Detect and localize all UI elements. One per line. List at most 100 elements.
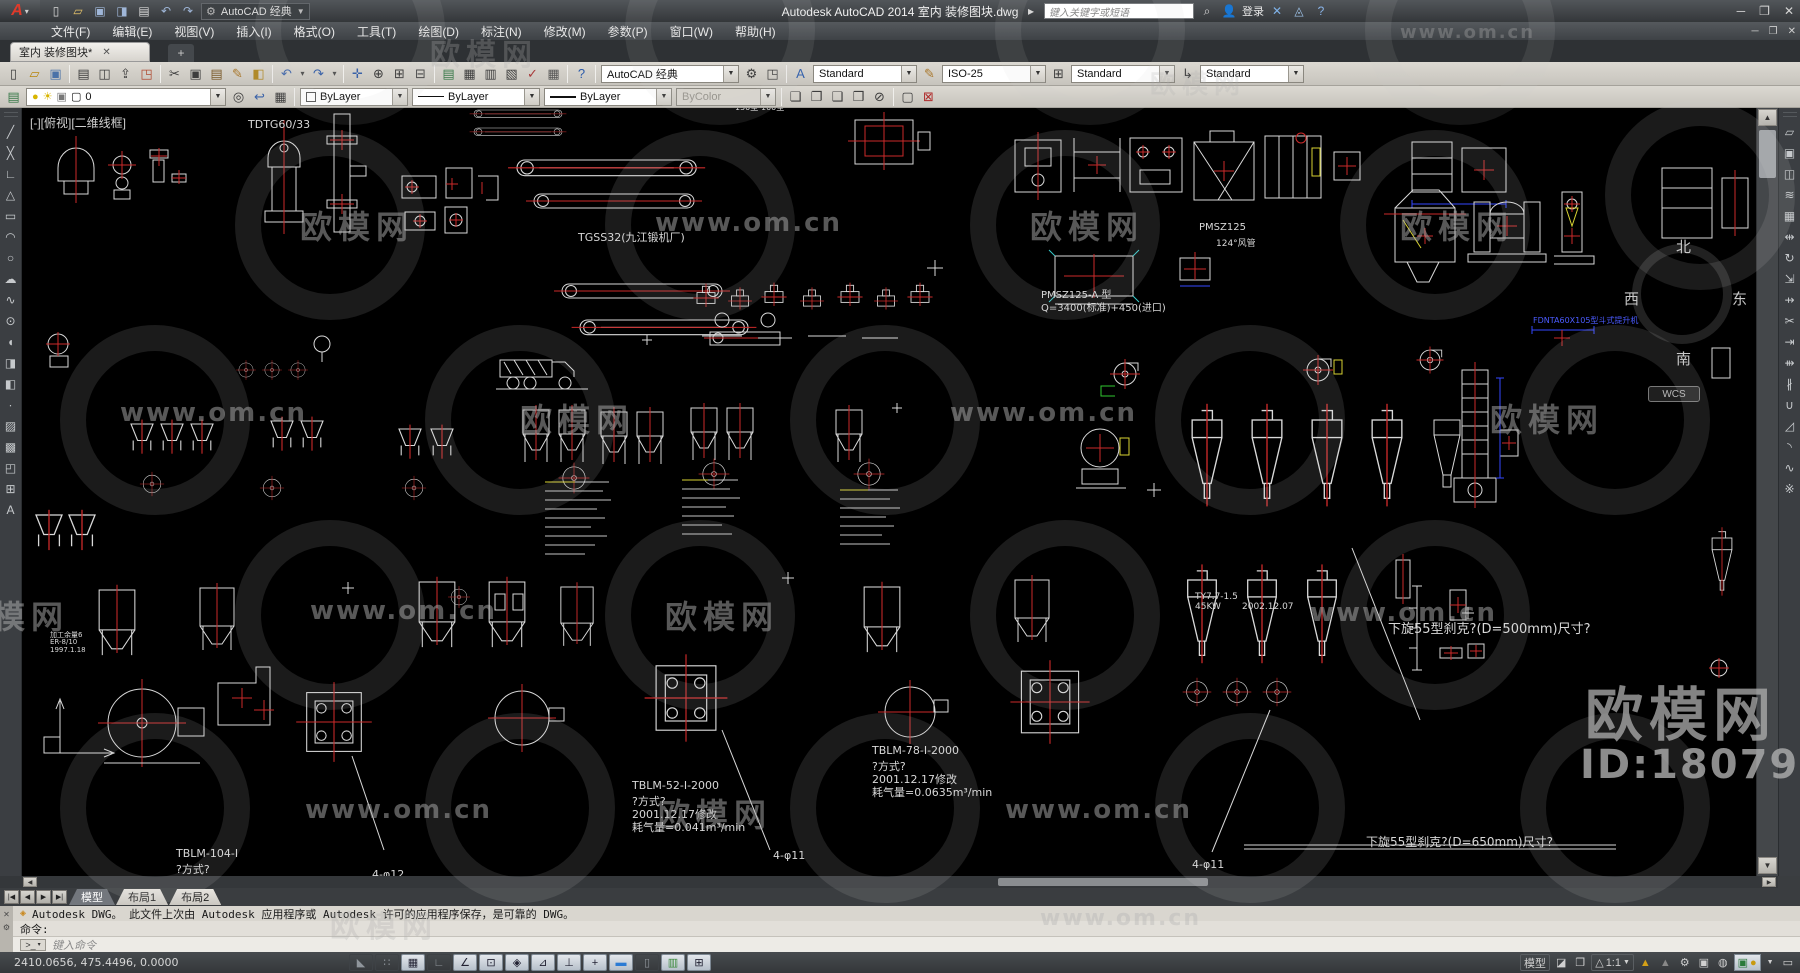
object-snap-toggle[interactable]: ⊡ (479, 954, 503, 971)
text-style-icon[interactable]: A (790, 64, 811, 84)
menu-item-1[interactable]: 编辑(E) (101, 22, 163, 40)
layout-tab-布局1[interactable]: 布局1 (116, 889, 168, 905)
workspace-combo[interactable]: AutoCAD 经典 ▼ (601, 64, 739, 83)
polar-tracking-toggle[interactable]: ∠ (453, 954, 477, 971)
block-editor-button[interactable]: ◧ (248, 64, 269, 84)
menu-item-9[interactable]: 参数(P) (597, 22, 659, 40)
snap-mode-toggle[interactable]: ∷ (375, 954, 399, 971)
wrench-icon[interactable]: ⚙ (3, 923, 10, 932)
plot-button[interactable]: ▤ (134, 2, 154, 20)
layout-tab-模型[interactable]: 模型 (69, 889, 115, 905)
redo-drop-button[interactable]: ▾ (329, 64, 340, 84)
menu-item-7[interactable]: 标注(N) (470, 22, 533, 40)
viewcube-compass[interactable]: 北 南 西 东 (1624, 236, 1747, 372)
zoom-realtime-button[interactable]: ⊕ (368, 64, 389, 84)
command-window-grip[interactable]: ✕ ⚙ (0, 906, 13, 952)
table-button[interactable]: ⊞ (1, 478, 21, 499)
help-button[interactable]: ? (571, 64, 592, 84)
break-at-point-button[interactable]: ⇻ (1780, 352, 1800, 373)
move-button[interactable]: ⇹ (1780, 226, 1800, 247)
make-object-layer-current-button[interactable]: ◎ (228, 87, 249, 107)
zoom-window-button[interactable]: ⊞ (389, 64, 410, 84)
scroll-down-icon[interactable]: ▼ (1758, 857, 1777, 874)
ellipse-arc-button[interactable]: ◖ (1, 331, 21, 352)
extend-button[interactable]: ⇥ (1780, 331, 1800, 352)
send-to-back-button[interactable]: ❐ (806, 87, 827, 107)
menu-item-0[interactable]: 文件(F) (40, 22, 101, 40)
copy-clip-button[interactable]: ▣ (185, 64, 206, 84)
hatch-to-back-button[interactable]: ⊘ (869, 87, 890, 107)
ortho-mode-toggle[interactable]: ∟ (427, 954, 451, 971)
markup-set-manager-button[interactable]: ✓ (522, 64, 543, 84)
saveas-button[interactable]: ◨ (112, 2, 132, 20)
close-icon[interactable]: ✕ (102, 47, 110, 58)
infer-constraints-toggle[interactable]: ◣ (349, 954, 373, 971)
layer-properties-manager-button[interactable]: ▤ (3, 87, 24, 107)
trim-button[interactable]: ✂ (1780, 310, 1800, 331)
dim-style-combo[interactable]: ISO-25 ▼ (942, 64, 1046, 83)
menu-item-10[interactable]: 窗口(W) (659, 22, 724, 40)
offset-button[interactable]: ≋ (1780, 184, 1800, 205)
new-tab-button[interactable]: + (168, 44, 194, 62)
arc-button[interactable]: ◠ (1, 226, 21, 247)
send-under-button[interactable]: ❒ (848, 87, 869, 107)
open-button[interactable]: ▱ (68, 2, 88, 20)
doc-close-button[interactable]: ✕ (1788, 26, 1796, 37)
minimize-button[interactable]: ─ (1737, 4, 1746, 18)
search-icon[interactable]: ⌕ (1198, 4, 1216, 19)
save-button[interactable]: ▣ (90, 2, 110, 20)
erase-button[interactable]: ▱ (1780, 121, 1800, 142)
mleader-style-combo[interactable]: Standard ▼ (1200, 64, 1304, 83)
cut-button[interactable]: ✂ (164, 64, 185, 84)
show-lineweight-toggle[interactable]: ▬ (609, 954, 633, 971)
mleader-style-icon[interactable]: ↳ (1177, 64, 1198, 84)
layer-combo[interactable]: ● ☀ ▣ ▢ 0 ▼ (26, 87, 226, 106)
exchange-apps-icon[interactable]: ✕ (1268, 4, 1286, 18)
search-input[interactable]: 键入关键字或短语 (1044, 3, 1194, 19)
linetype-combo[interactable]: ByLayer ▼ (412, 87, 540, 106)
zoom-previous-button[interactable]: ⊟ (410, 64, 431, 84)
fillet-button[interactable]: ◝ (1780, 436, 1800, 457)
polygon-button[interactable]: △ (1, 184, 21, 205)
workspace-settings-button[interactable]: ⚙ (741, 64, 762, 84)
rotate-button[interactable]: ↻ (1780, 247, 1800, 268)
tab-nav-0[interactable]: |◀ (4, 890, 19, 904)
restore-button[interactable]: ❐ (1759, 4, 1770, 18)
compass-west[interactable]: 西 (1624, 288, 1639, 309)
menu-item-2[interactable]: 视图(V) (163, 22, 225, 40)
make-block-button[interactable]: ◧ (1, 373, 21, 394)
point-button[interactable]: ∙ (1, 394, 21, 415)
horizontal-scrollbar[interactable]: ◀ ▶ (0, 876, 1778, 888)
color-combo[interactable]: ByLayer ▼ (300, 87, 408, 106)
sheet-set-manager-button[interactable]: ▧ (501, 64, 522, 84)
quick-view-layouts-icon[interactable]: ◪ (1553, 954, 1569, 971)
menu-item-11[interactable]: 帮助(H) (724, 22, 787, 40)
layout-tab-布局2[interactable]: 布局2 (169, 889, 221, 905)
qnew-button[interactable]: ▯ (46, 2, 66, 20)
designcenter-button[interactable]: ▦ (459, 64, 480, 84)
menu-item-5[interactable]: 工具(T) (346, 22, 407, 40)
help-icon[interactable]: ? (1312, 4, 1330, 18)
open-button[interactable]: ▱ (24, 64, 45, 84)
autoscale-icon[interactable]: ▲ (1657, 954, 1674, 971)
insert-block-button[interactable]: ◨ (1, 352, 21, 373)
quickcalc-button[interactable]: ▦ (543, 64, 564, 84)
steering-wheel-icon[interactable]: ◍ (1715, 954, 1731, 971)
tab-nav-3[interactable]: ▶| (52, 890, 67, 904)
dynamic-input-toggle[interactable]: + (583, 954, 607, 971)
mirror-button[interactable]: ◫ (1780, 163, 1800, 184)
revision-cloud-button[interactable]: ☁ (1, 268, 21, 289)
plot-preview-button[interactable]: ◫ (94, 64, 115, 84)
object-snap-tracking-toggle[interactable]: ⊿ (531, 954, 555, 971)
viewport-controls[interactable]: [-][俯视][二维线框] (30, 114, 126, 131)
construction-line-button[interactable]: ╳ (1, 142, 21, 163)
toolbar-grip[interactable] (1782, 112, 1797, 117)
dynamic-ucs-toggle[interactable]: ⊥ (557, 954, 581, 971)
properties-button[interactable]: ▤ (438, 64, 459, 84)
file-tab-active[interactable]: 室内 装修图块* ✕ (10, 42, 150, 62)
scroll-right-icon[interactable]: ▶ (1762, 877, 1776, 887)
wcs-dropdown[interactable]: WCS (1648, 386, 1700, 402)
undo-drop-button[interactable]: ▾ (297, 64, 308, 84)
close-button[interactable]: ✕ (1784, 4, 1794, 18)
blend-curves-button[interactable]: ∿ (1780, 457, 1800, 478)
